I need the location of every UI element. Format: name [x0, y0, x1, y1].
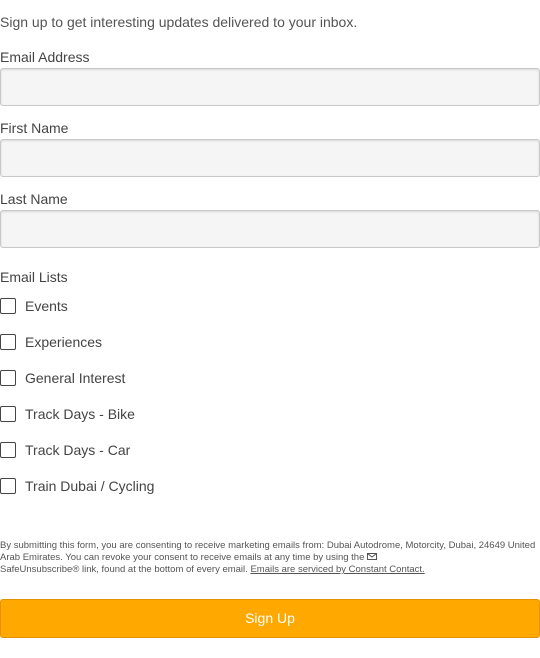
legal-text: By submitting this form, you are consent…: [0, 540, 540, 576]
list-checkbox-experiences[interactable]: Experiences: [0, 332, 102, 352]
checkbox-label: Track Days - Bike: [25, 406, 135, 422]
checkbox[interactable]: [0, 370, 16, 386]
last-name-field[interactable]: [0, 210, 540, 248]
constant-contact-link[interactable]: Emails are serviced by Constant Contact.: [250, 564, 424, 575]
checkbox[interactable]: [0, 406, 16, 422]
checkbox[interactable]: [0, 298, 16, 314]
legal-text-unsubscribe: SafeUnsubscribe® link, found at the bott…: [0, 564, 248, 575]
checkbox[interactable]: [0, 442, 16, 458]
list-checkbox-train-dubai-cycling[interactable]: Train Dubai / Cycling: [0, 476, 154, 496]
checkbox[interactable]: [0, 334, 16, 350]
list-checkbox-events[interactable]: Events: [0, 296, 68, 316]
last-name-label: Last Name: [0, 191, 68, 207]
email-field[interactable]: [0, 68, 540, 106]
checkbox-label: General Interest: [25, 370, 126, 386]
legal-text-main: By submitting this form, you are consent…: [0, 540, 536, 563]
email-label: Email Address: [0, 49, 90, 65]
sign-up-button[interactable]: Sign Up: [0, 599, 540, 638]
checkbox-label: Train Dubai / Cycling: [25, 478, 155, 494]
checkbox-label: Experiences: [25, 334, 103, 350]
list-checkbox-track-days-bike[interactable]: Track Days - Bike: [0, 404, 135, 424]
envelope-icon: [367, 553, 377, 560]
checkbox[interactable]: [0, 478, 16, 494]
intro-text: Sign up to get interesting updates deliv…: [0, 14, 358, 30]
checkbox-label: Track Days - Car: [25, 442, 131, 458]
checkbox-label: Events: [25, 298, 68, 314]
first-name-field[interactable]: [0, 139, 540, 177]
first-name-label: First Name: [0, 120, 69, 136]
email-lists-label: Email Lists: [0, 269, 68, 285]
list-checkbox-general-interest[interactable]: General Interest: [0, 368, 125, 388]
list-checkbox-track-days-car[interactable]: Track Days - Car: [0, 440, 130, 460]
